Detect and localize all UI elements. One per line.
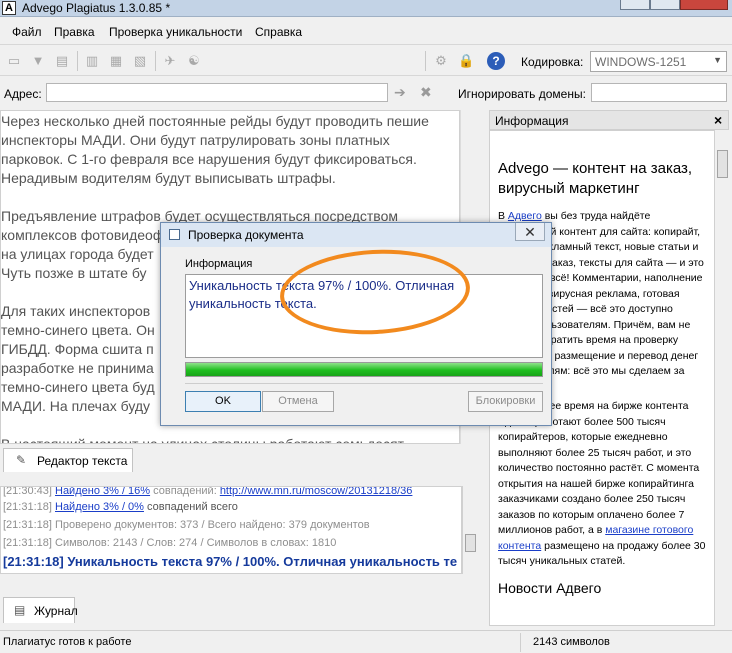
dialog-message: Уникальность текста 97% / 100%. Отличная…: [185, 274, 543, 358]
block-button[interactable]: Блокировки: [468, 391, 543, 412]
settings-gear-icon[interactable]: ⚙: [433, 53, 449, 69]
editor-paragraph: Через несколько дней постоянные рейды бу…: [1, 112, 457, 188]
log-line: [21:31:18] Символов: 2143 / Слов: 274 / …: [3, 537, 337, 549]
encoding-value: WINDOWS-1251: [595, 55, 687, 69]
toolbar-separator: [425, 51, 426, 71]
ignore-domains-label: Игнорировать домены:: [458, 87, 586, 101]
info-panel-header: Информация ×: [489, 110, 729, 130]
progress-fill: [186, 363, 542, 376]
log-line-result: [21:31:18] Уникальность текста 97% / 100…: [3, 554, 458, 569]
editor-paragraph: В настоящий момент на улицах столицы раб…: [1, 435, 457, 444]
editor-line: Нерадивым водителям будут выписывать штр…: [1, 170, 336, 186]
info-scrollbar[interactable]: [714, 130, 729, 626]
copy-icon[interactable]: ▦: [108, 53, 124, 69]
stop-icon[interactable]: ✖: [420, 84, 432, 101]
status-bar: Плагиатус готов к работе 2143 символов: [0, 630, 732, 653]
log-link[interactable]: Найдено 3% / 0%: [55, 501, 144, 513]
editor-line: В настоящий момент на улицах столицы раб…: [1, 436, 405, 444]
cut-icon[interactable]: ▥: [84, 53, 100, 69]
progress-bar: [185, 362, 543, 377]
tab-label: Редактор текста: [37, 454, 128, 468]
address-label: Адрес:: [4, 87, 42, 101]
compare-icon[interactable]: ☯: [186, 53, 202, 69]
edit-pencil-icon: ✎: [16, 453, 27, 467]
log-line: [21:30:43] Найдено 3% / 16% совпадений: …: [3, 486, 413, 497]
info-panel-title: Информация: [495, 114, 569, 128]
close-icon[interactable]: ×: [714, 112, 722, 128]
log-line: [21:31:18] Найдено 3% / 0% совпадений вс…: [3, 501, 238, 513]
journal-icon: ▤: [14, 603, 26, 617]
editor-line: инспекторы МАДИ. Они будут патрулировать…: [1, 132, 390, 148]
journal-tabbar: ▤ Журнал: [0, 594, 477, 624]
close-window-button[interactable]: [680, 0, 728, 10]
info-heading: Advego — контент на заказ, вирусный марк…: [498, 160, 693, 197]
minimize-button[interactable]: [620, 0, 650, 10]
maximize-button[interactable]: [650, 0, 680, 10]
ok-button[interactable]: OK: [185, 391, 261, 412]
open-html-icon[interactable]: ▼: [30, 53, 46, 69]
address-input[interactable]: [46, 83, 388, 102]
encoding-select[interactable]: WINDOWS-1251 ▼: [590, 51, 727, 72]
log-link[interactable]: Найдено 3% / 16%: [55, 487, 150, 497]
news-heading: Новости Адвего: [498, 579, 602, 596]
editor-line: Через несколько дней постоянные рейды бу…: [1, 113, 429, 129]
help-icon[interactable]: ?: [487, 52, 505, 70]
menu-uniqueness[interactable]: Проверка уникальности: [109, 25, 242, 39]
dialog-separator: [185, 383, 543, 384]
info-scroll-thumb[interactable]: [717, 150, 728, 178]
address-bar: Адрес: ➔ ✖ Игнорировать домены:: [0, 80, 732, 106]
dialog-info-label: Информация: [185, 258, 253, 270]
tab-label: Журнал: [34, 604, 78, 618]
toolbar-separator: [155, 51, 156, 71]
new-file-icon[interactable]: ▭: [6, 53, 22, 69]
log-url-link[interactable]: http://www.mn.ru/moscow/20131218/36: [220, 487, 413, 497]
advego-link[interactable]: Адвего: [508, 210, 542, 222]
encoding-label: Кодировка:: [521, 55, 584, 69]
paste-icon[interactable]: ▧: [132, 53, 148, 69]
log-panel: [21:30:43] Найдено 3% / 16% совпадений: …: [0, 486, 462, 574]
log-scroll-thumb[interactable]: [465, 534, 476, 552]
dialog-window-icon: [169, 229, 180, 240]
go-arrow-icon[interactable]: ➔: [394, 84, 406, 101]
app-logo-icon: A: [2, 1, 16, 15]
open-file-icon[interactable]: ▤: [54, 53, 70, 69]
window-title: Advego Plagiatus 1.3.0.85 *: [22, 1, 171, 15]
tab-text-editor[interactable]: ✎ Редактор текста: [3, 448, 133, 472]
menu-bar: Файл Правка Проверка уникальности Справк…: [0, 22, 732, 42]
cancel-button[interactable]: Отмена: [262, 391, 334, 412]
editor-tabbar: ✎ Редактор текста: [0, 444, 477, 474]
dialog-titlebar: Проверка документа ✕: [161, 223, 551, 247]
editor-line: парковок. С 1-го февраля все нарушения б…: [1, 151, 417, 167]
toolbar-separator: [77, 51, 78, 71]
log-scrollbar[interactable]: [462, 486, 477, 574]
menu-file[interactable]: Файл: [12, 25, 42, 39]
dialog-title: Проверка документа: [188, 228, 304, 242]
dialog-close-button[interactable]: ✕: [515, 223, 545, 241]
ignore-domains-input[interactable]: [591, 83, 727, 102]
log-line: [21:31:18] Проверено документов: 373 / В…: [3, 519, 370, 531]
char-count: 2143 символов: [533, 636, 610, 648]
menu-edit[interactable]: Правка: [54, 25, 95, 39]
status-text: Плагиатус готов к работе: [3, 636, 132, 648]
chevron-down-icon: ▼: [713, 55, 722, 65]
lock-icon[interactable]: 🔒: [458, 53, 474, 69]
check-document-dialog: Проверка документа ✕ Информация Уникальн…: [160, 222, 552, 426]
tab-journal[interactable]: ▤ Журнал: [3, 597, 78, 623]
status-divider: [520, 633, 521, 652]
check-icon[interactable]: ✈: [162, 53, 178, 69]
title-bar: A Advego Plagiatus 1.3.0.85 *: [0, 0, 732, 17]
menu-help[interactable]: Справка: [255, 25, 302, 39]
toolbar: ▭ ▼ ▤ ▥ ▦ ▧ ✈ ☯ ⚙ 🔒 ? Кодировка: WINDOWS…: [0, 44, 732, 76]
